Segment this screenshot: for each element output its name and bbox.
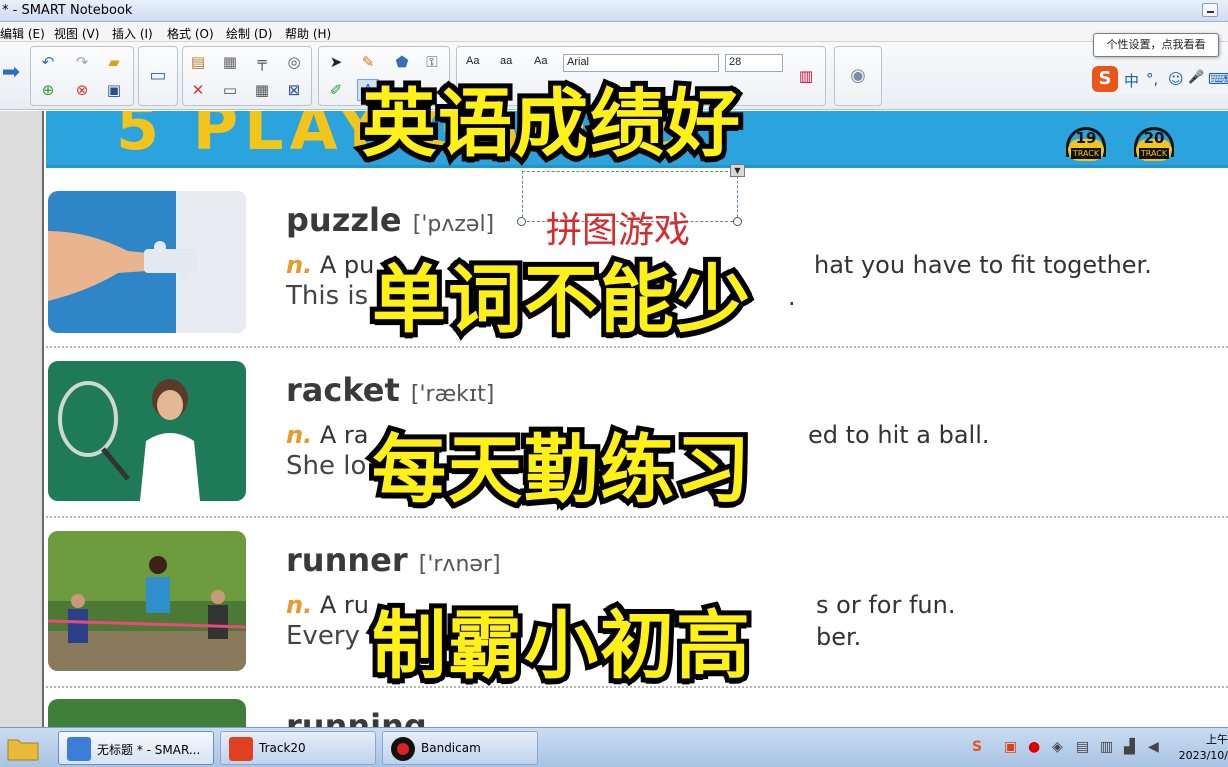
menu-draw[interactable]: 绘制 (D)	[226, 25, 272, 42]
folder-icon[interactable]	[6, 734, 40, 762]
menu-bar: 编辑 (E) 视图 (V) 插入 (I) 格式 (O) 绘制 (D) 帮助 (H…	[0, 22, 1228, 42]
tray-signal-icon[interactable]: ▟	[1124, 740, 1135, 754]
window-title: * - SMART Notebook	[2, 3, 133, 18]
left-gutter	[0, 111, 44, 727]
word-puzzle: puzzle ['pʌzəl]	[286, 201, 495, 239]
sogou-logo-icon[interactable]: S	[1092, 66, 1118, 92]
player-app-icon	[229, 737, 253, 761]
circles-icon[interactable]: ◉	[847, 65, 869, 87]
fullscreen-icon[interactable]: ⊠	[283, 79, 305, 101]
display-tool-group: ▭	[138, 46, 178, 106]
track-label: TRACK	[1139, 148, 1169, 159]
bandicam-record-icon	[391, 737, 415, 761]
tray-speaker-icon[interactable]: ◈	[1052, 740, 1063, 754]
caption-line-4: 制霸小初高	[367, 598, 755, 694]
definition-puzzle-end: hat you have to fit together.	[814, 251, 1152, 279]
example-puzzle: This is	[286, 281, 369, 311]
track-19-badge: 19 TRACK	[1062, 127, 1110, 161]
word-racket: racket ['rækɪt]	[286, 371, 495, 409]
example-runner-end: ber.	[816, 623, 862, 651]
track-label: TRACK	[1071, 148, 1101, 159]
shade-icon[interactable]: ▭	[219, 79, 241, 101]
screen-capture-icon[interactable]: ▦	[219, 51, 241, 73]
taskbar: 无标题 * - SMAR... Track20 Bandicam S ▣ ● ◈…	[0, 727, 1228, 767]
open-folder-icon[interactable]: ▰	[103, 51, 125, 73]
delete-icon[interactable]: ✕	[187, 79, 209, 101]
file-tool-group: ↶ ↷ ▰ ⊕ ⊗ ▣	[30, 46, 134, 106]
redo-icon[interactable]: ↷	[71, 51, 93, 73]
tray-network-icon[interactable]: ▥	[1100, 740, 1113, 754]
ime-mode-chinese[interactable]: 中	[1124, 70, 1139, 91]
keyboard-icon[interactable]: ⌨	[1208, 70, 1228, 88]
caption-line-3: 每天勤练习	[367, 422, 755, 518]
tray-volume-icon[interactable]: ◀	[1148, 740, 1159, 754]
creative-pen-icon[interactable]: ✐	[325, 79, 347, 101]
menu-help[interactable]: 帮助 (H)	[285, 25, 331, 42]
task-bandicam[interactable]: Bandicam	[382, 731, 538, 765]
save-icon[interactable]: ▣	[103, 79, 125, 101]
menu-edit[interactable]: 编辑 (E)	[0, 25, 45, 42]
track-number: 19	[1075, 129, 1097, 147]
caption-line-2: 单词不能少	[367, 252, 755, 348]
paste-icon[interactable]: ▤	[187, 51, 209, 73]
definition-runner-end: s or for fun.	[816, 591, 956, 619]
minimize-button[interactable]	[1202, 3, 1218, 17]
add-page-icon[interactable]: ⊕	[37, 79, 59, 101]
title-bar: * - SMART Notebook	[0, 0, 1228, 22]
tray-record-icon[interactable]: ●	[1028, 740, 1040, 754]
screen-shade-icon[interactable]: ╤	[251, 51, 273, 73]
microphone-icon[interactable]: 🎤	[1188, 70, 1204, 85]
resize-handle[interactable]	[517, 217, 526, 226]
racket-image	[48, 361, 246, 501]
resize-handle[interactable]	[733, 217, 742, 226]
undo-icon[interactable]: ↶	[37, 51, 59, 73]
measure-tool-icon[interactable]: ◎	[283, 51, 305, 73]
track-20-badge: 20 TRACK	[1130, 127, 1178, 161]
definition-racket-end: ed to hit a ball.	[808, 421, 990, 449]
task-smart-notebook[interactable]: 无标题 * - SMAR...	[58, 731, 214, 765]
menu-format[interactable]: 格式 (O)	[167, 25, 214, 42]
ime-punct-icon[interactable]: °,	[1146, 70, 1158, 88]
ime-tooltip: 个性设置，点我看看	[1093, 33, 1219, 57]
emoji-icon[interactable]: ☺	[1168, 70, 1184, 88]
word-running: running	[286, 707, 427, 727]
definition-puzzle: n. A pu	[286, 251, 375, 279]
caption-line-1: 英语成绩好	[357, 76, 745, 172]
definition-racket: n. A ra	[286, 421, 369, 449]
next-page-arrow-icon[interactable]: ➡	[0, 62, 22, 84]
example-runner: Every	[286, 621, 360, 651]
task-track20[interactable]: Track20	[220, 731, 376, 765]
tray-player-icon[interactable]: ▣	[1004, 740, 1017, 754]
screen-display-icon[interactable]: ▭	[147, 65, 169, 87]
runner-image	[48, 531, 246, 671]
running-image	[48, 699, 246, 727]
ime-status-bar: S 中 °, ☺ 🎤 ⌨	[1090, 64, 1228, 94]
notebook-app-icon	[67, 737, 91, 761]
example-puzzle-end: .	[788, 283, 796, 311]
puzzle-image	[48, 191, 246, 333]
track-number: 20	[1143, 129, 1165, 147]
color-palette-icon[interactable]: ▥	[795, 65, 817, 87]
word-runner: runner ['rʌnər]	[286, 541, 501, 579]
smart-notebook-window: * - SMART Notebook 编辑 (E) 视图 (V) 插入 (I) …	[0, 0, 1228, 767]
example-racket: She lo	[286, 451, 367, 481]
extra-tool-group: ◉	[834, 46, 882, 106]
tray-device-icon[interactable]: ▤	[1076, 740, 1089, 754]
edit-tool-group: ▤ ▦ ╤ ◎ ✕ ▭ ▦ ⊠	[182, 46, 312, 106]
taskbar-clock[interactable]: 上午 2023/10/	[1174, 732, 1228, 764]
select-arrow-icon[interactable]: ➤	[325, 51, 347, 73]
menu-insert[interactable]: 插入 (I)	[112, 25, 153, 42]
table-icon[interactable]: ▦	[251, 79, 273, 101]
delete-page-icon[interactable]: ⊗	[71, 79, 93, 101]
definition-runner: n. A ru	[286, 591, 369, 619]
menu-view[interactable]: 视图 (V)	[54, 25, 99, 42]
tray-sogou-icon[interactable]: S	[972, 740, 982, 754]
